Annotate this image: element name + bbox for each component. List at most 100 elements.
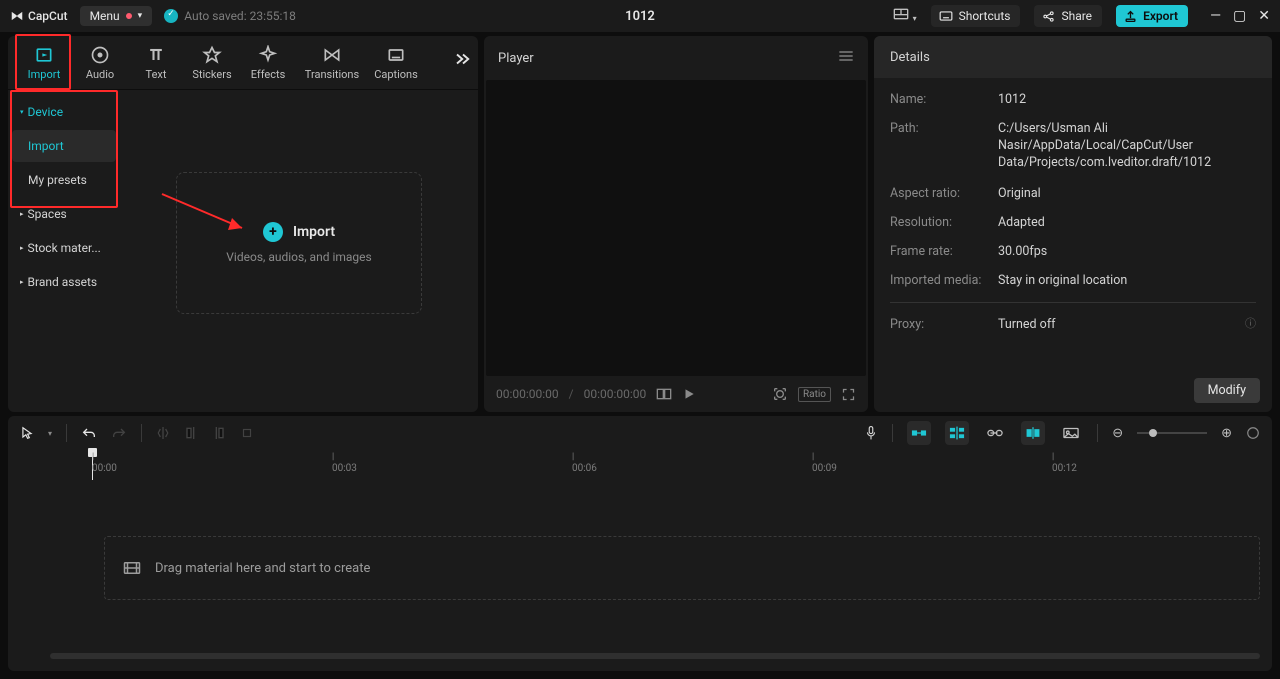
share-button[interactable]: Share [1034,5,1102,27]
zoom-fit-button[interactable] [1246,426,1260,440]
sidebar-spaces[interactable]: ▸Spaces [12,198,116,230]
details-imported-value: Stay in original location [998,273,1256,288]
layout-icon[interactable]: ▾ [893,7,916,25]
ruler-tick: 00:03 [332,452,357,474]
time-total: 00:00:00:00 [584,387,647,401]
tab-effects[interactable]: Effects [240,45,296,81]
split-button[interactable] [156,425,170,441]
sidebar-brand-assets[interactable]: ▸Brand assets [12,266,116,298]
details-imported-key: Imported media: [890,273,998,288]
details-name-value: 1012 [998,92,1256,107]
media-drop-area: + Import Videos, audios, and images [120,90,478,412]
details-panel: Details Name:1012 Path:C:/Users/Usman Al… [874,36,1272,412]
details-res-value: Adapted [998,215,1256,230]
details-fps-value: 30.00fps [998,244,1256,259]
player-stage[interactable] [486,80,866,376]
tool-dropdown-icon[interactable]: ▾ [48,429,52,438]
capcut-logo-icon [10,9,24,23]
sidebar-import[interactable]: Import [12,130,116,162]
cover-button[interactable] [1059,421,1083,445]
tab-captions[interactable]: Captions [368,45,424,81]
ruler-tick: 00:12 [1052,452,1077,474]
shortcuts-button[interactable]: Shortcuts [931,5,1021,27]
play-button[interactable] [682,387,696,401]
tab-audio[interactable]: Audio [72,45,128,81]
time-current: 00:00:00:00 [496,387,559,401]
import-drop-title: Import [293,224,335,240]
autosave-label: Auto saved: 23:55:18 [184,9,296,23]
sidebar-my-presets[interactable]: My presets [12,164,116,196]
autosave-status: Auto saved: 23:55:18 [164,9,296,23]
modify-button[interactable]: Modify [1194,378,1260,403]
tab-text[interactable]: Text [128,45,184,81]
timeline-ruler[interactable]: 00:00 00:03 00:06 00:09 00:12 [92,450,1260,472]
player-menu-icon[interactable] [838,50,854,66]
redo-button[interactable] [111,426,127,440]
app-name: CapCut [28,9,68,23]
details-title: Details [874,36,1272,78]
sidebar-device[interactable]: ▾Device [12,96,116,128]
title-bar: CapCut Menu ▾ Auto saved: 23:55:18 1012 … [0,0,1280,32]
scale-icon[interactable] [772,386,788,402]
zoom-out-button[interactable]: ⊖ [1112,426,1123,441]
chevron-down-icon: ▾ [138,11,143,21]
record-audio-button[interactable] [864,424,878,442]
timeline-drop-hint[interactable]: Drag material here and start to create [104,536,1260,600]
fullscreen-icon[interactable] [841,387,856,402]
details-path-value: C:/Users/Usman Ali Nasir/AppData/Local/C… [998,121,1256,172]
menu-notification-dot-icon [126,13,132,19]
ratio-button[interactable]: Ratio [798,387,831,402]
undo-button[interactable] [81,426,97,440]
details-res-key: Resolution: [890,215,998,230]
timeline-scrollbar[interactable] [20,653,1260,665]
details-path-key: Path: [890,121,998,172]
tabs-scroll-right-icon[interactable] [454,52,472,70]
details-name-key: Name: [890,92,998,107]
media-tabs: Import Audio Text Stickers Effects Trans… [8,36,478,90]
effects-icon [258,45,278,65]
plus-circle-icon: + [263,222,283,242]
compare-icon[interactable] [656,388,672,400]
ruler-tick: 00:06 [572,452,597,474]
zoom-in-button[interactable]: ⊕ [1221,426,1232,441]
project-title[interactable]: 1012 [625,9,655,24]
import-drop-subtitle: Videos, audios, and images [226,250,371,264]
timeline-tracks[interactable]: Drag material here and start to create [8,472,1272,653]
linkage-button[interactable] [983,421,1007,445]
details-proxy-key: Proxy: [890,317,998,333]
player-title: Player [498,51,534,66]
tab-stickers[interactable]: Stickers [184,45,240,81]
tab-transitions[interactable]: Transitions [296,45,368,81]
preview-axis-button[interactable] [1021,421,1045,445]
help-icon[interactable]: ⓘ [1245,315,1256,331]
close-button[interactable]: ✕ [1258,8,1270,24]
details-fps-key: Frame rate: [890,244,998,259]
share-icon [1042,10,1055,23]
sidebar-stock-material[interactable]: ▸Stock mater... [12,232,116,264]
film-icon [123,561,141,575]
auto-snapping-button[interactable] [945,421,969,445]
transitions-icon [322,45,342,65]
player-controls: 00:00:00:00 / 00:00:00:00 Ratio [484,376,868,412]
stickers-icon [202,45,222,65]
maximize-button[interactable]: ▢ [1233,8,1246,24]
minimize-button[interactable]: — [1210,8,1221,24]
selection-tool[interactable] [20,425,34,441]
delete-left-button[interactable] [184,425,198,441]
timeline-drop-hint-text: Drag material here and start to create [155,561,370,576]
zoom-slider[interactable] [1137,432,1207,434]
timeline-panel: ▾ ⊖ ⊕ 00:00 00:03 00:06 00:09 00:12 [8,416,1272,671]
main-track-magnet-button[interactable] [907,421,931,445]
captions-icon [386,45,406,65]
menu-button[interactable]: Menu ▾ [80,6,153,26]
delete-button[interactable] [240,426,254,440]
keyboard-icon [939,10,953,22]
audio-icon [90,45,110,65]
share-label: Share [1061,9,1092,23]
annotation-arrow-icon [158,190,258,238]
ruler-tick: 00:00 [92,452,117,474]
delete-right-button[interactable] [212,425,226,441]
tab-import[interactable]: Import [16,45,72,81]
check-circle-icon [164,9,178,23]
export-button[interactable]: Export [1116,5,1188,27]
